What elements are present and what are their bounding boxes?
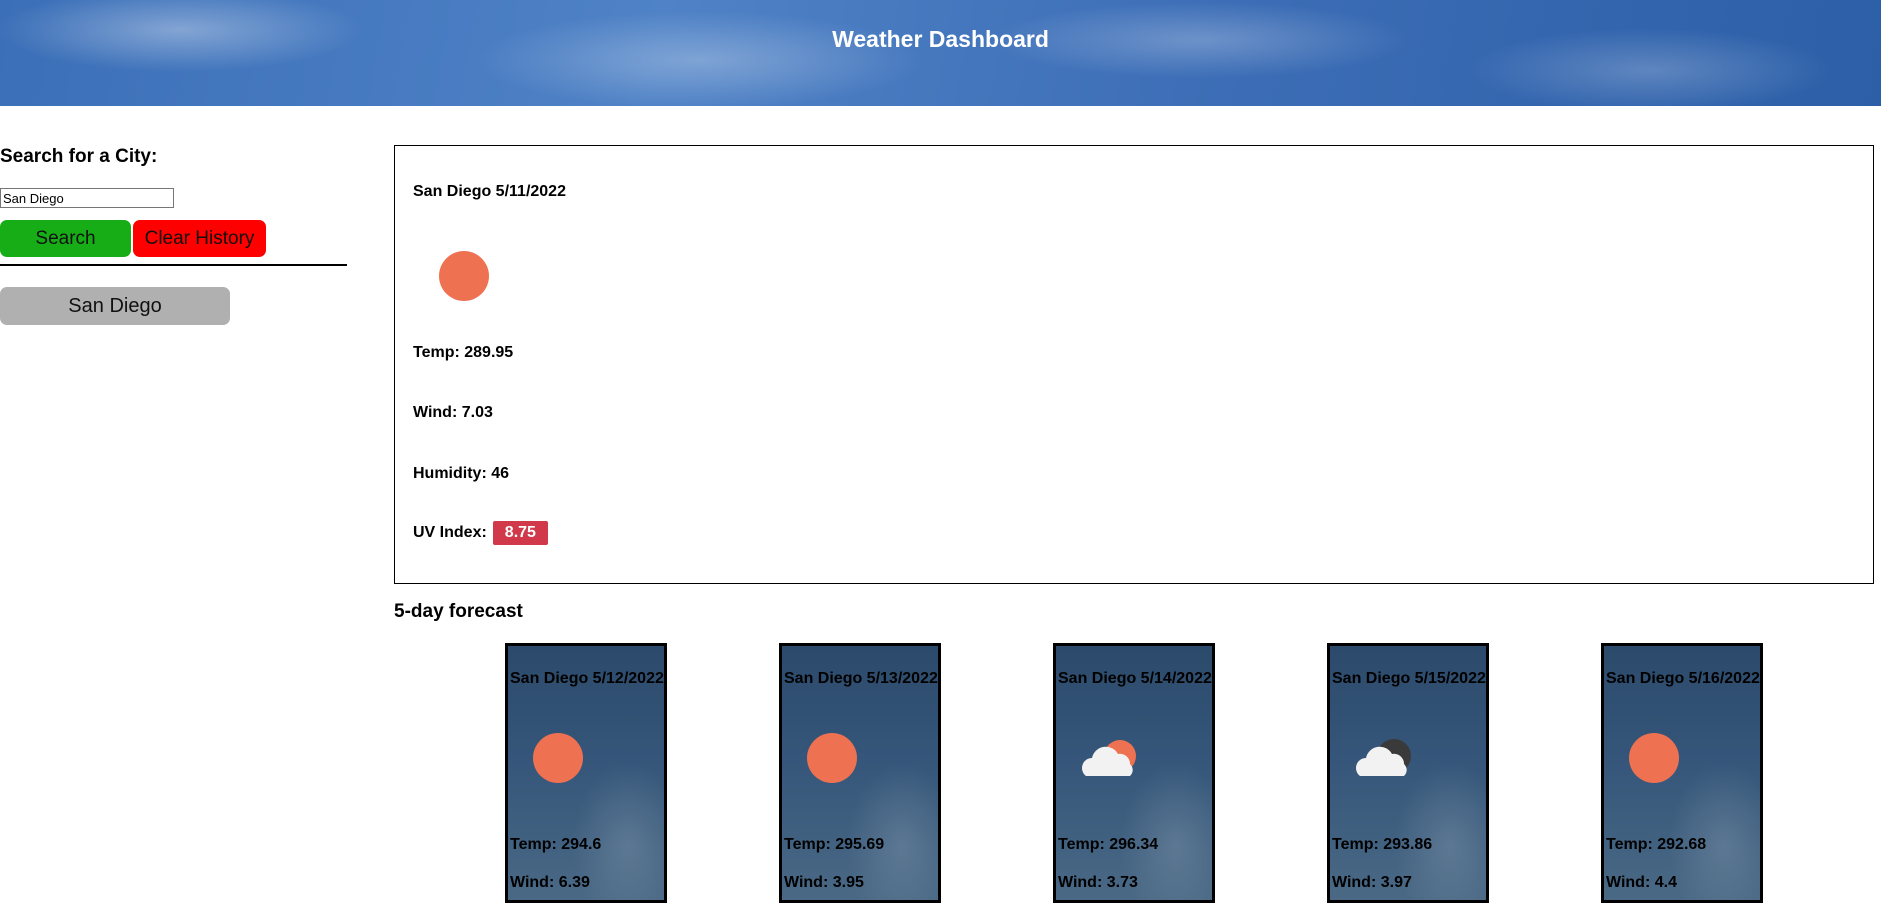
partly-cloudy-icon [1076, 730, 1146, 791]
page-title: Weather Dashboard [832, 26, 1049, 52]
current-weather-card: San Diego 5/11/2022 Temp: 289.95 Wind: 7… [394, 145, 1874, 584]
forecast-temp: Temp: 292.68 [1606, 836, 1707, 853]
forecast-temp: Temp: 296.34 [1058, 836, 1159, 853]
clear-history-button[interactable]: Clear History [133, 220, 266, 257]
current-uv: UV Index: 8.75 [413, 521, 548, 545]
forecast-wind: Wind: 6.39 [510, 874, 590, 891]
current-wind: Wind: 7.03 [413, 404, 493, 421]
cloudy-icon [1350, 730, 1420, 791]
uv-label: UV Index: [413, 524, 487, 542]
forecast-temp: Temp: 295.69 [784, 836, 885, 853]
forecast-temp: Temp: 293.86 [1332, 836, 1433, 853]
forecast-card: San Diego 5/16/2022 Temp: 292.68 Wind: 4… [1601, 643, 1763, 903]
search-heading: Search for a City: [0, 146, 158, 167]
forecast-heading: 5-day forecast [394, 601, 523, 622]
forecast-date: San Diego 5/12/2022 [510, 670, 664, 687]
forecast-card: San Diego 5/14/2022 Temp: 296.34 Wind: 3… [1053, 643, 1215, 903]
forecast-card: San Diego 5/13/2022 Temp: 295.69 Wind: 3… [779, 643, 941, 903]
history-item-san-diego[interactable]: San Diego [0, 287, 230, 325]
sidebar-divider [0, 264, 347, 266]
current-humidity: Humidity: 46 [413, 465, 510, 482]
forecast-temp: Temp: 294.6 [510, 836, 602, 853]
forecast-wind: Wind: 3.95 [784, 874, 864, 891]
city-search-input[interactable] [0, 188, 174, 208]
header-banner: Weather Dashboard [0, 0, 1881, 106]
forecast-date: San Diego 5/16/2022 [1606, 670, 1760, 687]
uv-index-badge: 8.75 [492, 521, 548, 545]
forecast-date: San Diego 5/13/2022 [784, 670, 938, 687]
forecast-wind: Wind: 3.73 [1058, 874, 1138, 891]
current-city-date: San Diego 5/11/2022 [413, 183, 566, 200]
forecast-wind: Wind: 4.4 [1606, 874, 1677, 891]
sun-icon [802, 730, 862, 791]
forecast-card: San Diego 5/15/2022 Temp: 293.86 Wind: 3… [1327, 643, 1489, 903]
sun-icon [1624, 730, 1684, 791]
current-temp: Temp: 289.95 [413, 344, 514, 361]
forecast-wind: Wind: 3.97 [1332, 874, 1412, 891]
forecast-date: San Diego 5/15/2022 [1332, 670, 1486, 687]
sun-icon [438, 250, 490, 307]
forecast-card: San Diego 5/12/2022 Temp: 294.6 Wind: 6.… [505, 643, 667, 903]
search-button[interactable]: Search [0, 220, 131, 257]
forecast-date: San Diego 5/14/2022 [1058, 670, 1212, 687]
sun-icon [528, 730, 588, 791]
